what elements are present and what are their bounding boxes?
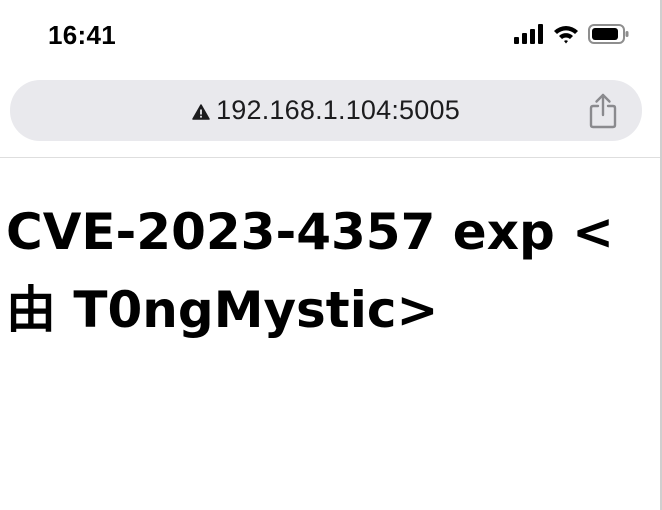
share-icon[interactable] xyxy=(588,93,618,129)
warning-triangle-icon xyxy=(192,103,210,120)
address-display[interactable]: 192.168.1.104:5005 xyxy=(10,80,642,141)
battery-icon xyxy=(588,24,629,44)
wifi-icon xyxy=(554,26,578,44)
status-icons xyxy=(514,23,630,45)
status-bar: 16:41 xyxy=(0,0,662,70)
url-text: 192.168.1.104:5005 xyxy=(216,95,460,125)
status-time: 16:41 xyxy=(48,20,116,50)
page-heading: CVE-2023-4357 exp <由 T0ngMystic> xyxy=(6,203,615,339)
cellular-signal-icon xyxy=(514,24,543,44)
address-bar[interactable]: 192.168.1.104:5005 xyxy=(10,80,642,141)
toolbar-divider xyxy=(0,157,662,158)
